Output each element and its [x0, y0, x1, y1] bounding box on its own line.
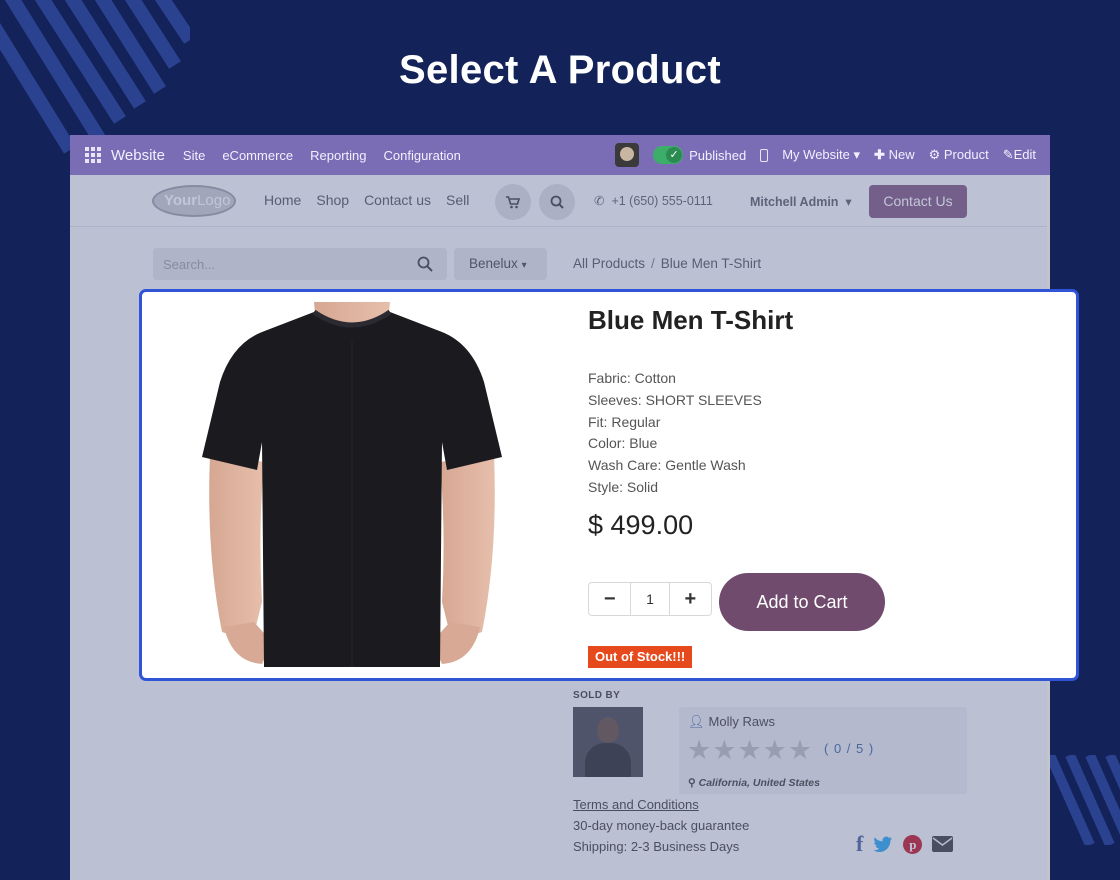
- admin-menu-configuration[interactable]: Configuration: [384, 148, 461, 163]
- product-label: Product: [943, 147, 989, 162]
- product-price: $ 499.00: [588, 510, 694, 540]
- published-toggle[interactable]: ✓ Published: [653, 146, 746, 164]
- admin-menu-ecommerce[interactable]: eCommerce: [222, 148, 293, 163]
- quantity-increase-button[interactable]: +: [670, 583, 711, 615]
- attribute-fabric: Fabric: Cotton: [588, 370, 676, 386]
- out-of-stock-badge: Out of Stock!!!: [588, 646, 693, 668]
- attribute-sleeves: Sleeves: SHORT SLEEVES: [588, 391, 762, 408]
- product-image[interactable]: [202, 302, 502, 667]
- quantity-stepper: − 1 +: [588, 582, 712, 616]
- page-heading: Select A Product: [399, 48, 721, 92]
- apps-grid-icon[interactable]: [85, 147, 101, 163]
- add-to-cart-button[interactable]: Add to Cart: [719, 573, 885, 631]
- decorative-stripes-bottom-right: [1050, 755, 1120, 845]
- product-button[interactable]: ⚙ Product: [929, 147, 989, 163]
- edit-label: Edit: [1013, 147, 1036, 162]
- attribute-wash-care: Wash Care: Gentle Wash: [588, 457, 746, 474]
- admin-bar: Website Site eCommerce Reporting Configu…: [70, 135, 1050, 175]
- pencil-icon: ✎: [1002, 147, 1014, 162]
- plus-icon: ✚: [874, 147, 885, 162]
- my-website-label: My Website: [782, 147, 850, 162]
- quantity-input[interactable]: 1: [630, 583, 670, 615]
- caret-down-icon: ▾: [853, 147, 861, 162]
- my-website-dropdown[interactable]: My Website ▾: [782, 147, 860, 163]
- admin-menu-site[interactable]: Site: [183, 148, 205, 163]
- mobile-icon[interactable]: [760, 148, 769, 162]
- published-label: Published: [689, 147, 747, 163]
- attribute-style: Style: Solid: [588, 478, 659, 495]
- edit-button[interactable]: ✎Edit: [1003, 147, 1036, 163]
- quantity-decrease-button[interactable]: −: [589, 583, 630, 615]
- product-attributes: Fabric: Cotton Sleeves: SHORT SLEEVES Fi…: [588, 368, 762, 499]
- product-title: Blue Men T-Shirt: [588, 305, 794, 335]
- admin-avatar[interactable]: [615, 143, 640, 167]
- admin-menu-reporting[interactable]: Reporting: [310, 148, 366, 163]
- admin-brand[interactable]: Website: [111, 147, 165, 164]
- product-highlight-card: Blue Men T-Shirt Fabric: Cotton Sleeves:…: [139, 289, 1079, 681]
- published-check-icon: ✓: [666, 147, 683, 163]
- attribute-fit: Fit: Regular: [588, 413, 661, 430]
- gear-icon: ⚙: [928, 147, 941, 162]
- new-label: New: [888, 147, 915, 162]
- attribute-color: Color: Blue: [588, 435, 658, 452]
- new-button[interactable]: ✚ New: [874, 147, 915, 163]
